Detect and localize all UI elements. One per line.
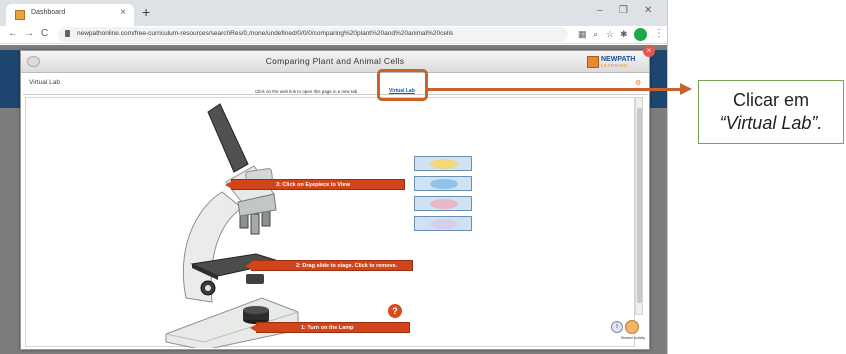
scrollbar-thumb[interactable]: [637, 108, 642, 303]
address-bar: ← → C newpathonline.com/free-curriculum-…: [0, 26, 667, 44]
url-text: newpathonline.com/free-curriculum-resour…: [77, 30, 454, 37]
specimen-icon: [430, 219, 458, 229]
tab-title: Dashboard: [31, 9, 66, 16]
student-activity-button[interactable]: [625, 320, 639, 334]
modal-close-button[interactable]: ×: [643, 45, 655, 57]
slide-2[interactable]: [414, 176, 472, 191]
favicon-icon: [15, 10, 25, 20]
restore-button[interactable]: ❐: [619, 5, 628, 16]
annotation-line-1: Clicar em: [732, 90, 809, 110]
newpath-logo: NEWPATH LEARNING: [587, 55, 635, 69]
extensions-icon[interactable]: ✱: [620, 29, 628, 40]
modal-header: Comparing Plant and Animal Cells NEWPATH…: [21, 51, 649, 73]
tab-dashboard[interactable]: Dashboard ×: [6, 4, 134, 26]
virtual-lab-label: Virtual Lab: [29, 79, 60, 86]
lab-modal: Comparing Plant and Animal Cells NEWPATH…: [20, 45, 655, 350]
student-activity-label: Student Activity: [621, 336, 645, 340]
settings-icon[interactable]: ⚙: [635, 79, 641, 87]
virtual-lab-bar: Virtual Lab Click on the web link to ope…: [23, 75, 647, 95]
slide-4[interactable]: [414, 216, 472, 231]
reload-button[interactable]: C: [41, 28, 48, 40]
slide-1[interactable]: [414, 156, 472, 171]
virtual-lab-highlight-box: [377, 69, 428, 101]
annotation-line-2: “Virtual Lab”.: [719, 113, 823, 133]
bookmark-star-icon[interactable]: ☆: [606, 29, 614, 40]
slide-3[interactable]: [414, 196, 472, 211]
modal-title: Comparing Plant and Animal Cells: [265, 56, 405, 66]
back-button[interactable]: ←: [8, 28, 18, 40]
annotation-box: Clicar em “Virtual Lab”.: [698, 80, 844, 144]
scrollbar[interactable]: [635, 97, 643, 315]
menu-icon[interactable]: ⋮: [654, 28, 664, 39]
info-button[interactable]: i: [611, 321, 623, 333]
annotation-arrow-line: [428, 88, 686, 91]
annotation-arrow-head: [680, 83, 692, 95]
profile-avatar[interactable]: [634, 28, 647, 41]
microscope-illustration: [165, 103, 299, 348]
callout-stage: 2: Drag slide to stage. Click to remove.: [245, 260, 413, 271]
specimen-icon: [430, 179, 458, 189]
new-tab-button[interactable]: +: [142, 4, 150, 20]
specimen-icon: [430, 159, 458, 169]
url-field[interactable]: newpathonline.com/free-curriculum-resour…: [58, 27, 568, 42]
screen: Dashboard × + – ❐ ✕ ← → C newpathonline.…: [0, 0, 846, 354]
lab-content-area: 3: Click on Eyepiece to View 2: Drag sli…: [25, 97, 635, 348]
translate-icon[interactable]: ▦: [578, 29, 587, 40]
forward-button[interactable]: →: [24, 28, 34, 40]
specimen-icon: [430, 199, 458, 209]
callout-eyepiece: 3: Click on Eyepiece to View: [225, 179, 405, 190]
help-button[interactable]: ?: [388, 304, 402, 318]
callout-lamp: 1: Turn on the Lamp: [250, 322, 410, 333]
logo-text-top: NEWPATH: [601, 56, 636, 63]
tab-bar: Dashboard × + – ❐ ✕: [0, 0, 667, 26]
instruction-text: Click on the web link to open this page …: [255, 89, 358, 94]
browser-window: Dashboard × + – ❐ ✕ ← → C newpathonline.…: [0, 0, 668, 354]
zoom-icon[interactable]: ⌕: [593, 29, 598, 40]
tab-close-icon[interactable]: ×: [120, 7, 126, 18]
lock-icon: [65, 30, 70, 37]
minimize-button[interactable]: –: [597, 5, 603, 16]
close-window-button[interactable]: ✕: [644, 5, 652, 16]
book-icon: [587, 56, 599, 68]
logo-text-bottom: LEARNING: [601, 63, 629, 68]
